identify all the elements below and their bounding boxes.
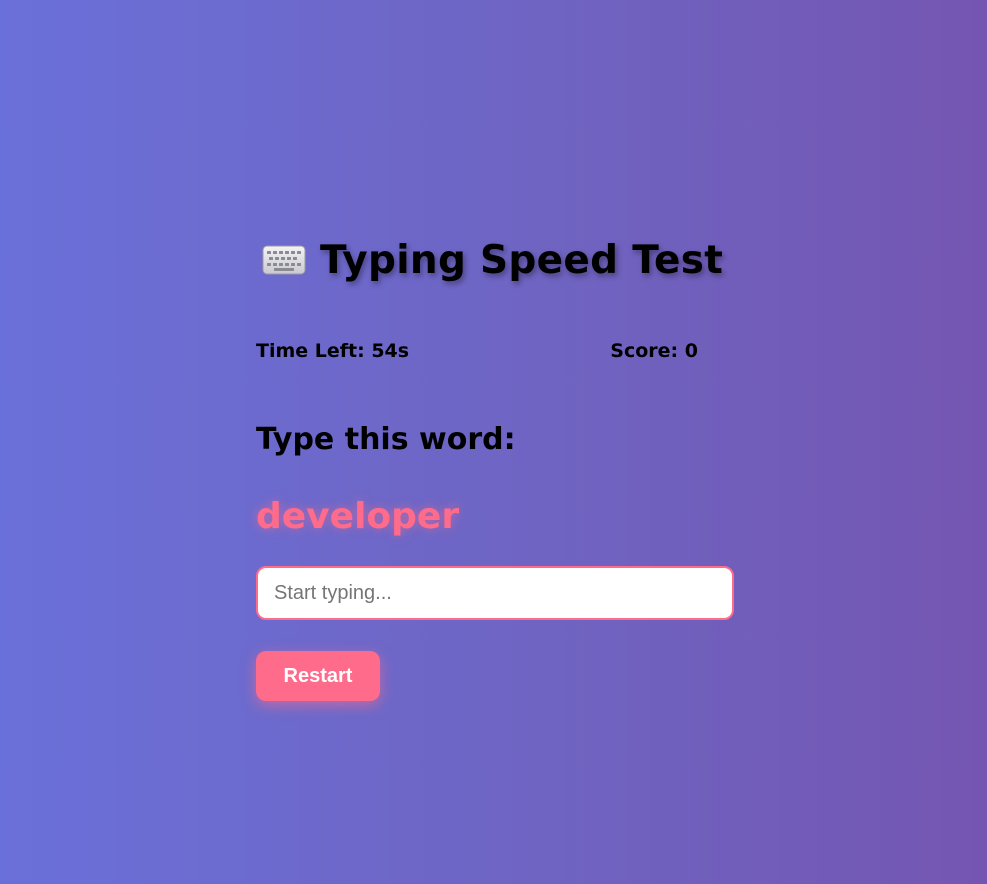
keyboard-icon	[262, 245, 306, 275]
stats-bar: Time Left: 54s Score: 0	[256, 340, 698, 362]
restart-button[interactable]: Restart	[256, 651, 380, 701]
typing-input[interactable]	[256, 566, 734, 620]
page-title: Typing Speed Test	[320, 237, 724, 283]
time-left-display: Time Left: 54s	[256, 340, 410, 362]
typing-test-container: Typing Speed Test Time Left: 54s Score: …	[256, 230, 736, 701]
target-word: developer	[256, 496, 460, 537]
title-row: Typing Speed Test	[262, 230, 736, 290]
prompt-label: Type this word:	[256, 422, 516, 457]
score-display: Score: 0	[610, 340, 698, 362]
